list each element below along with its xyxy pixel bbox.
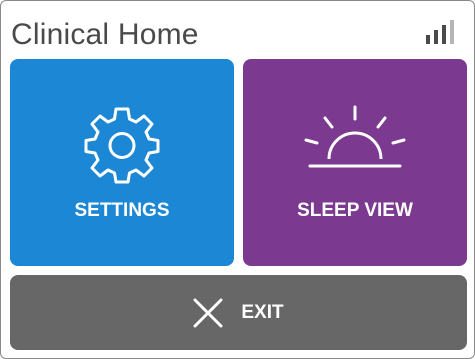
settings-label: SETTINGS — [74, 200, 170, 221]
page-title: Clinical Home — [11, 18, 199, 51]
signal-strength-icon — [426, 20, 454, 44]
exit-button[interactable]: EXIT — [10, 275, 467, 350]
sleep-view-button[interactable]: SLEEP VIEW — [243, 59, 467, 266]
settings-button[interactable]: SETTINGS — [10, 59, 234, 266]
clinical-home-screen: Clinical Home SETTINGS SLEEP VIEW EXIT — [0, 0, 475, 359]
close-icon — [193, 298, 223, 327]
sunrise-icon — [304, 105, 406, 168]
gear-icon — [84, 107, 160, 184]
exit-label: EXIT — [241, 301, 284, 323]
sleep-view-label: SLEEP VIEW — [297, 200, 413, 221]
